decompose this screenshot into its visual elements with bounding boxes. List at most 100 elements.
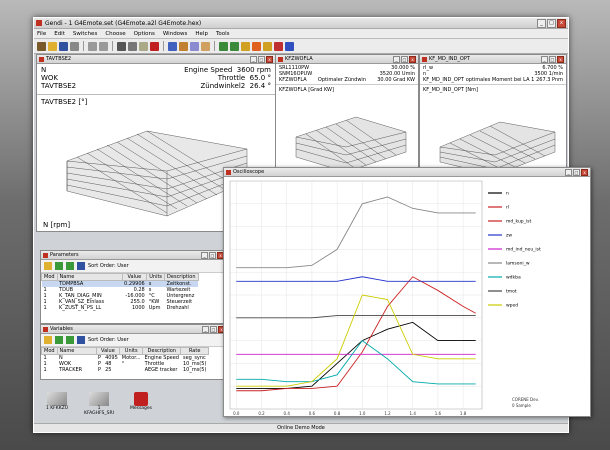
menu-options[interactable]: Options [134, 31, 155, 37]
legend-label[interactable]: lamsoni_w [506, 261, 530, 267]
table-row[interactable]: 1 TRACKER P 25 AEGE tracker 10_ms(5) [42, 367, 209, 373]
minimize-button[interactable]: _ [541, 55, 548, 63]
oscilloscope-plot[interactable]: 0.0 0.2 0.4 0.6 0.8 1.0 1.2 1.4 1.6 1.8 n rl md_kup_… [224, 177, 590, 416]
sort-icon[interactable] [77, 336, 85, 344]
column-header[interactable]: Rate [180, 347, 209, 355]
window-controls: _ □ x [537, 18, 566, 28]
column-header[interactable]: Units [119, 347, 144, 355]
column-header[interactable]: Description [142, 347, 182, 355]
maximize-button[interactable]: □ [210, 325, 217, 333]
undo-icon[interactable] [88, 41, 97, 51]
paste-icon[interactable] [139, 41, 148, 51]
menu-tools[interactable]: Tools [216, 31, 230, 37]
footer-text: CORENE Dev. [512, 397, 539, 402]
menu-edit[interactable]: Edit [54, 31, 65, 37]
toolbar-separator [83, 41, 84, 51]
arrow-down-icon[interactable] [66, 262, 74, 270]
close-button[interactable]: x [409, 55, 416, 63]
legend-label[interactable]: wped [506, 303, 518, 309]
menu-choose[interactable]: Choose [105, 31, 125, 37]
close-button[interactable]: x [557, 55, 564, 63]
minimize-button[interactable]: _ [202, 325, 209, 333]
legend-label[interactable]: md_kup_ist [506, 219, 532, 225]
kfmd-values: rl_w 6.700 % n 3500 1/min KF_MD_IND_OPT opt… [423, 65, 563, 83]
green-bar-icon[interactable] [219, 41, 228, 51]
column-header[interactable]: Mod [41, 273, 58, 281]
print-icon[interactable] [70, 41, 79, 51]
minimize-button[interactable]: _ [393, 55, 400, 63]
minimized-window[interactable]: Messages [128, 392, 154, 416]
measure-icon[interactable] [179, 41, 188, 51]
cut-icon[interactable] [117, 41, 126, 51]
maximize-button[interactable]: □ [258, 55, 265, 63]
x-tick-label: 0.4 [284, 411, 291, 416]
folder-icon[interactable] [44, 336, 52, 344]
legend-label[interactable]: zw [506, 234, 512, 239]
record-icon[interactable] [241, 41, 250, 51]
oscilloscope-titlebar: Oscilloscope _ □ x [224, 168, 590, 177]
column-header[interactable]: Value [95, 347, 121, 355]
minimized-window[interactable]: 1 KFAGHFS_SRI [84, 392, 114, 416]
map-icon[interactable] [201, 41, 210, 51]
maximize-button[interactable]: □ [573, 168, 580, 176]
maximize-button[interactable]: □ [547, 18, 556, 28]
legend-label[interactable]: md_ind_neu_ist [506, 247, 541, 253]
kfmd-window: KF_MD_IND_OPT _ □ x rl_w 6.700 % n 3500 1/mi… [419, 54, 567, 182]
minimize-button[interactable]: _ [201, 251, 208, 259]
menu-windows[interactable]: Windows [163, 31, 188, 37]
help-icon[interactable] [285, 41, 294, 51]
tavtbse2-title: TAVTBSE2 [46, 56, 72, 62]
menu-switches[interactable]: Switches [73, 31, 97, 37]
window-icon [422, 56, 427, 62]
parameters-table: Mod Name Value Units Description TDMPBSA… [41, 273, 199, 311]
folder-icon[interactable] [44, 262, 52, 270]
delete-icon[interactable] [150, 41, 159, 51]
legend-label[interactable]: tmot [506, 289, 517, 295]
tools-icon[interactable] [263, 41, 272, 51]
flag-icon[interactable] [274, 41, 283, 51]
maximize-button[interactable]: □ [549, 55, 556, 63]
menu-help[interactable]: Help [195, 31, 208, 37]
open-icon[interactable] [37, 41, 46, 51]
close-button[interactable]: x [581, 168, 588, 176]
column-header[interactable]: Name [56, 273, 123, 281]
close-button[interactable]: x [266, 55, 273, 63]
kfzwofla-titlebar: KFZWOFLA _ □ x [276, 55, 418, 64]
messages-icon [134, 392, 148, 406]
redo-icon[interactable] [99, 41, 108, 51]
arrow-up-icon[interactable] [55, 336, 63, 344]
toolbar-separator [163, 41, 164, 51]
close-button[interactable]: x [557, 18, 566, 28]
minimize-button[interactable]: _ [537, 18, 546, 28]
stop-icon[interactable] [252, 41, 261, 51]
legend-label[interactable]: rl [506, 205, 509, 211]
tavtbse2-values: N Engine Speed 3600 rpm WOK Throttle 65.… [37, 64, 275, 92]
minimize-button[interactable]: _ [565, 168, 572, 176]
variables-icon[interactable] [168, 41, 177, 51]
green-bar2-icon[interactable] [230, 41, 239, 51]
parameters-toolbar: Sort Order: User [41, 260, 226, 273]
legend-label[interactable]: n [506, 192, 509, 197]
folder-icon[interactable] [48, 41, 57, 51]
x-tick-label: 1.4 [410, 411, 417, 416]
legend-label[interactable]: wdkba [506, 275, 521, 281]
sort-order-label: Sort Order: User [88, 337, 129, 343]
menu-file[interactable]: File [37, 31, 46, 37]
arrow-up-icon[interactable] [55, 262, 63, 270]
table-row[interactable]: 1 K_ZUST_N_PS_LL 1000 Upm Drehzahl [42, 305, 199, 311]
column-header[interactable]: Units [146, 273, 166, 281]
maximize-button[interactable]: □ [401, 55, 408, 63]
column-header[interactable]: Mod [41, 347, 58, 355]
arrow-down-icon[interactable] [66, 336, 74, 344]
column-header[interactable]: Name [56, 347, 97, 355]
maximize-button[interactable]: □ [209, 251, 216, 259]
column-header[interactable]: Description [164, 273, 199, 281]
minimize-button[interactable]: _ [250, 55, 257, 63]
copy-icon[interactable] [128, 41, 137, 51]
table-icon[interactable] [190, 41, 199, 51]
save-icon[interactable] [59, 41, 68, 51]
minimized-window[interactable]: 1 KFKKZU [44, 392, 70, 416]
oscilloscope-window: Oscilloscope _ □ x 0.0 0.2 0.4 0.6 0.8 1.0 1.2 1.… [223, 167, 591, 417]
sort-icon[interactable] [77, 262, 85, 270]
column-header[interactable]: Value [121, 273, 148, 281]
